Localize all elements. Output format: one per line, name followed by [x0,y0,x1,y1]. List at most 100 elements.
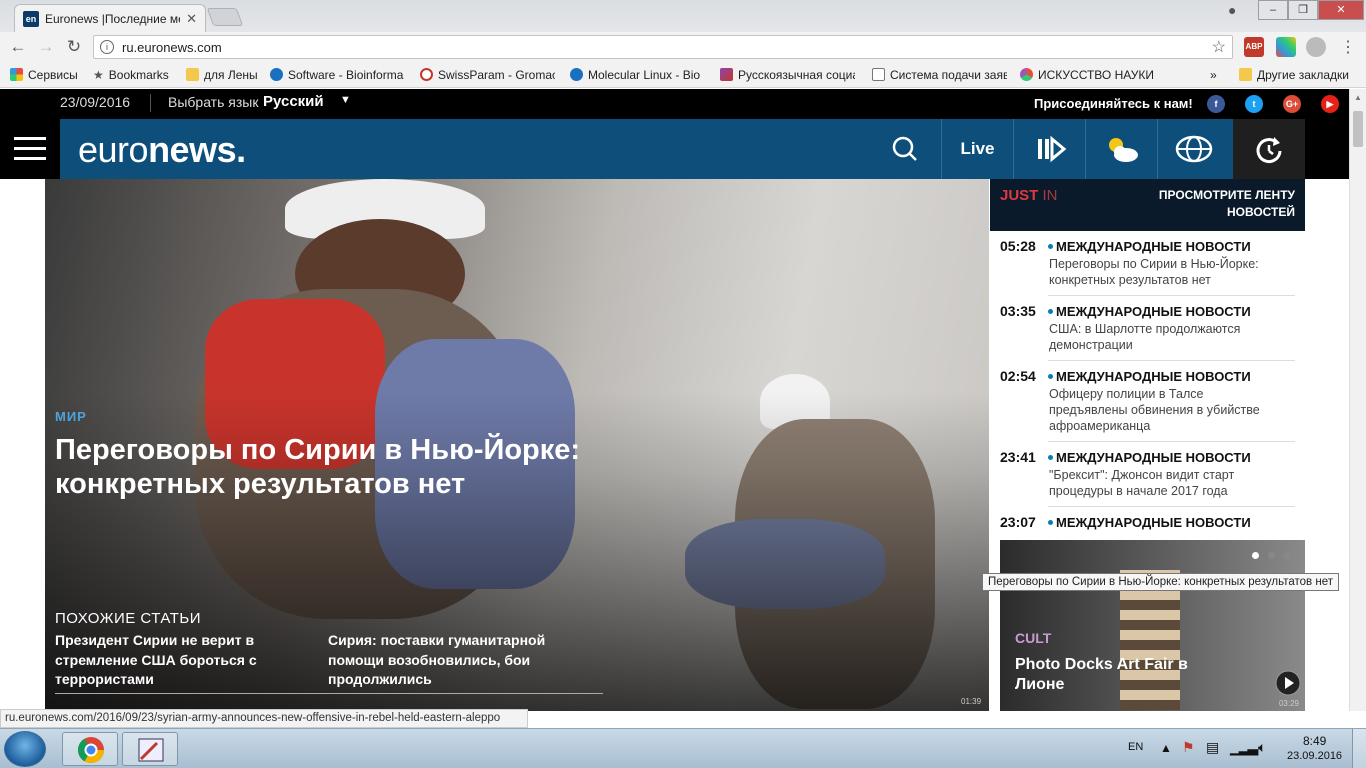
live-button[interactable]: Live [941,119,1013,179]
globe-icon[interactable] [1157,119,1229,179]
minimize-button[interactable]: – [1258,0,1288,20]
bookmark-label: Software - Bioinforma [288,68,404,82]
news-time: 23:07 [1000,514,1036,530]
menu-dots-icon[interactable]: ⋮ [1338,37,1358,57]
folder-icon [186,68,199,81]
related-article-link[interactable]: Сирия: поставки гуманитарной помощи возо… [328,631,603,694]
chrome-taskbar-button[interactable] [62,732,118,766]
carousel-dot[interactable] [1268,552,1275,559]
apps-grid-icon [10,68,23,81]
view-news-feed-link[interactable]: ПРОСМОТРИТЕ ЛЕНТУ НОВОСТЕЙ [1145,187,1295,221]
carousel-dot[interactable] [1284,552,1291,559]
play-icon[interactable] [1275,670,1301,701]
browser-tabstrip: en Euronews |Последние ме ✕ – ❐ ✕ ● [0,0,1366,32]
related-articles-title: ПОХОЖИЕ СТАТЬИ [55,610,202,627]
bookmark-star-icon[interactable]: ☆ [1212,37,1226,57]
window-close-button[interactable]: ✕ [1318,0,1364,20]
app-taskbar-button[interactable] [122,732,178,766]
bookmark-item[interactable]: Molecular Linux - Bio [570,68,705,82]
forward-arrow-icon[interactable]: → [36,37,56,57]
site-icon [270,68,283,81]
other-bookmarks-folder[interactable]: Другие закладки [1239,68,1349,82]
bookmark-item[interactable]: Software - Bioinforma [270,68,405,82]
news-category: МЕЖДУНАРОДНЫЕ НОВОСТИ [1048,450,1251,465]
logo-part: news. [148,129,246,170]
volume-icon[interactable]: 🔈︎ [1258,739,1266,756]
video-duration: 01:39 [961,697,982,706]
input-language[interactable]: EN [1128,741,1143,753]
reload-icon[interactable]: ↻ [64,37,84,57]
bookmark-item[interactable]: ИСКУССТВО НАУКИ [1020,68,1154,82]
back-arrow-icon[interactable]: ← [8,37,28,57]
twitter-icon[interactable]: t [1245,95,1263,113]
globe-extension-icon[interactable] [1306,37,1326,57]
page-scrollbar[interactable]: ▲ [1349,89,1366,711]
clock-date[interactable]: 23.09.2016 [1287,750,1342,762]
scroll-up-arrow-icon[interactable]: ▲ [1354,93,1362,102]
action-center-icon[interactable]: ⚑ [1182,739,1195,756]
browser-toolbar: ← → ↻ i ru.euronews.com ☆ ABP ⋮ [0,32,1366,62]
hero-kicker[interactable]: МИР [55,409,87,424]
adblock-extension-icon[interactable]: ABP [1244,37,1264,57]
facebook-icon[interactable]: f [1207,95,1225,113]
divider [150,94,151,112]
hero-headline[interactable]: Переговоры по Сирии в Нью-Йорке: конкрет… [55,433,595,501]
extension-icon[interactable] [1276,37,1296,57]
show-desktop-button[interactable] [1352,729,1366,768]
user-icon[interactable]: ● [1228,2,1236,18]
divider [1048,295,1295,296]
bookmarks-overflow-button[interactable]: » [1210,68,1217,82]
just-in-refresh-icon[interactable] [1233,119,1305,179]
brand-bar: euronews. Live [60,119,1305,179]
youtube-icon[interactable]: ▶ [1321,95,1339,113]
hero-article[interactable]: МИР Переговоры по Сирии в Нью-Йорке: кон… [45,179,989,711]
windows-taskbar: EN ▲ ⚑ ▤ ▁▂▃ 🔈︎ 8:49 23.09.2016 [0,728,1366,768]
bookmark-label: для Лены [204,68,258,82]
browser-tab[interactable]: en Euronews |Последние ме ✕ [14,4,206,32]
divider [1048,506,1295,507]
tab-close-icon[interactable]: ✕ [186,11,197,27]
bookmark-label: Система подачи заяв [890,68,1007,82]
site-icon [570,68,583,81]
bookmark-item[interactable]: Сервисы [10,68,78,82]
hamburger-menu-icon[interactable] [14,137,46,167]
culture-video-card[interactable]: CULT Photo Docks Art Fair в Лионе 03:29 [1000,540,1305,711]
news-category: МЕЖДУНАРОДНЫЕ НОВОСТИ [1048,239,1251,254]
carousel-dot[interactable] [1252,552,1259,559]
bookmark-item[interactable]: Русскоязычная социа [720,68,855,82]
tray-up-arrow-icon[interactable]: ▲ [1160,741,1172,755]
related-article-link[interactable]: Президент Сирии не верит в стремление СШ… [55,631,330,694]
news-time: 23:41 [1000,449,1036,465]
start-button-icon[interactable] [4,731,46,767]
news-text: США: в Шарлотте продолжаются демонстраци… [1049,322,1241,352]
status-bar-url: ru.euronews.com/2016/09/23/syrian-army-a… [0,709,528,728]
bookmark-item[interactable]: ★ Bookmarks [93,68,169,82]
just-in-header: JUST IN ПРОСМОТРИТЕ ЛЕНТУ НОВОСТЕЙ [990,179,1305,231]
new-tab-button[interactable] [206,8,244,26]
info-icon[interactable]: i [100,40,114,54]
google-plus-icon[interactable]: G+ [1283,95,1301,113]
card-title[interactable]: Photo Docks Art Fair в Лионе [1015,655,1235,695]
euronews-logo[interactable]: euronews. [78,129,246,171]
bookmark-item[interactable]: SwissParam - Gromac [420,68,555,82]
address-url: ru.euronews.com [122,40,222,55]
bookmark-label: Сервисы [28,68,78,82]
signal-icon[interactable]: ▁▂▃ [1230,739,1258,756]
carousel-dots[interactable] [1243,546,1291,564]
divider [1048,441,1295,442]
chevron-down-icon[interactable]: ▼ [340,94,351,106]
network-icon[interactable]: ▤ [1206,739,1219,756]
maximize-button[interactable]: ❐ [1288,0,1318,20]
language-selector[interactable]: Русский [263,93,324,110]
video-program-icon[interactable] [1013,119,1085,179]
logo-part: euro [78,129,149,170]
euronews-favicon-icon: en [23,11,39,27]
search-icon[interactable] [869,119,941,179]
bookmark-item[interactable]: Система подачи заяв [872,68,1007,82]
card-kicker[interactable]: CULT [1015,630,1051,646]
bookmark-item[interactable]: для Лены [186,68,258,82]
address-bar[interactable]: i ru.euronews.com ☆ [93,35,1233,59]
scroll-thumb[interactable] [1353,111,1363,147]
weather-icon[interactable] [1085,119,1157,179]
clock-time[interactable]: 8:49 [1303,734,1326,748]
